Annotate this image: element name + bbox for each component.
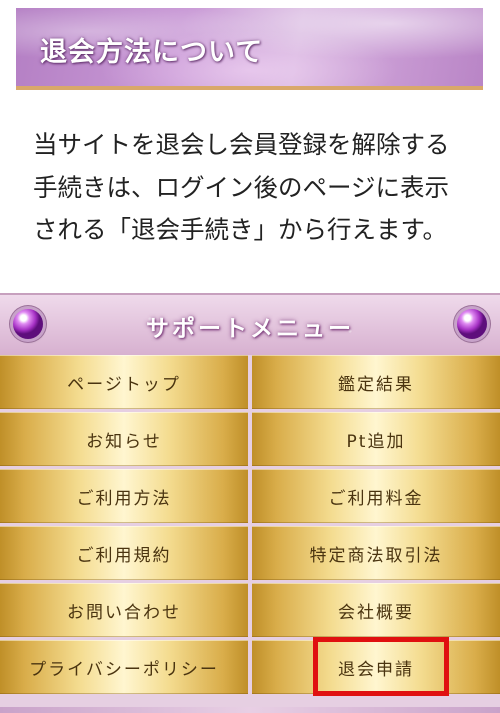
instruction-line: 手続きは、ログイン後のページに表示 — [33, 172, 450, 202]
menu-item-how-to-use[interactable]: ご利用方法 — [0, 469, 248, 523]
withdrawal-instructions: 当サイトを退会し会員登録を解除する 手続きは、ログイン後のページに表示 される「… — [33, 124, 473, 252]
section-heading-banner: 退会方法について — [16, 8, 483, 90]
menu-item-page-top[interactable]: ページトップ — [0, 355, 248, 409]
support-menu-grid: ページトップ 鑑定結果 お知らせ Pt追加 ご利用方法 ご利用料金 ご利用規約 … — [0, 355, 500, 697]
support-menu-header: サポートメニュー — [0, 293, 500, 355]
instruction-line: される「退会手続き」から行えます。 — [33, 215, 448, 244]
menu-item-contact[interactable]: お問い合わせ — [0, 583, 248, 637]
menu-item-reading-results[interactable]: 鑑定結果 — [252, 355, 500, 409]
menu-item-commercial-transactions-act[interactable]: 特定商法取引法 — [252, 526, 500, 580]
menu-item-news[interactable]: お知らせ — [0, 412, 248, 466]
purple-gem-icon — [457, 309, 487, 339]
menu-item-pricing[interactable]: ご利用料金 — [252, 469, 500, 523]
page-title: 退会方法について — [40, 37, 264, 68]
menu-item-privacy-policy[interactable]: プライバシーポリシー — [0, 640, 248, 694]
instruction-line: 当サイトを退会し会員登録を解除する — [33, 130, 450, 159]
menu-item-withdrawal-request[interactable]: 退会申請 — [252, 637, 500, 696]
menu-item-terms-of-use[interactable]: ご利用規約 — [0, 526, 248, 580]
menu-item-company-profile[interactable]: 会社概要 — [252, 583, 500, 637]
menu-item-add-points[interactable]: Pt追加 — [252, 412, 500, 466]
support-menu-title: サポートメニュー — [146, 315, 354, 342]
bottom-decorative-strip — [0, 707, 500, 713]
support-menu: サポートメニュー ページトップ 鑑定結果 お知らせ Pt追加 ご利用方法 ご利用… — [0, 293, 500, 708]
